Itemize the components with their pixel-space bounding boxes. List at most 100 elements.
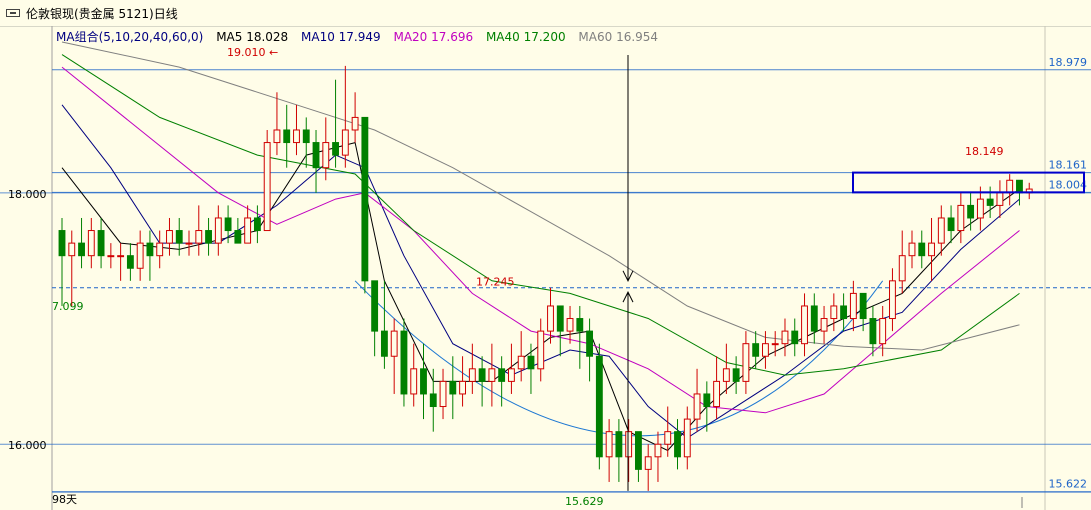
candle-body[interactable] (439, 380, 447, 408)
candle-body[interactable] (742, 343, 750, 382)
candle-body[interactable] (68, 242, 76, 257)
candle-body[interactable] (752, 343, 760, 357)
candle-body[interactable] (820, 318, 828, 332)
candle-body[interactable] (595, 355, 603, 458)
candle-body[interactable] (97, 230, 105, 257)
candle-body[interactable] (957, 204, 965, 232)
candle-body[interactable] (918, 242, 926, 257)
candle-body[interactable] (644, 456, 652, 470)
candle-body[interactable] (566, 318, 574, 332)
candle-body[interactable] (537, 330, 545, 370)
candle-body[interactable] (380, 330, 388, 357)
candle-body[interactable] (898, 255, 906, 282)
candle-body[interactable] (185, 242, 193, 245)
candle-body[interactable] (146, 242, 154, 257)
candle-body[interactable] (244, 217, 252, 244)
candle-body[interactable] (341, 129, 349, 156)
candle-body[interactable] (283, 129, 291, 144)
candle-body[interactable] (967, 204, 975, 219)
candlestick-chart[interactable]: 18.979 18.161 18.004 15.622 18.000 16.000 7.09… (0, 0, 1091, 510)
candle-body[interactable] (420, 368, 427, 395)
candle-body[interactable] (488, 368, 496, 382)
candle-body[interactable] (1016, 179, 1023, 194)
candle-body[interactable] (762, 343, 769, 357)
candle-body[interactable] (459, 380, 467, 395)
candle-body[interactable] (791, 330, 799, 345)
candle-body[interactable] (429, 393, 437, 408)
candle-body[interactable] (58, 230, 66, 257)
candle-body[interactable] (547, 305, 554, 332)
candle-body[interactable] (351, 116, 359, 131)
candle-body[interactable] (693, 393, 701, 420)
candle-body[interactable] (879, 318, 887, 345)
candle-body[interactable] (674, 431, 681, 458)
candle-body[interactable] (293, 129, 300, 144)
candle-body[interactable] (781, 330, 789, 345)
candle-body[interactable] (126, 255, 134, 269)
candle-body[interactable] (195, 230, 203, 244)
candle-body[interactable] (478, 368, 486, 382)
candle-body[interactable] (312, 142, 320, 169)
candle-body[interactable] (371, 280, 379, 332)
candle-body[interactable] (986, 198, 994, 206)
candle-body[interactable] (976, 198, 984, 219)
candle-body[interactable] (205, 230, 212, 244)
candle-body[interactable] (400, 330, 408, 395)
candle-body[interactable] (322, 142, 330, 169)
candle-body[interactable] (136, 242, 144, 269)
candle-body[interactable] (869, 318, 877, 345)
candle-body[interactable] (175, 230, 183, 244)
candle-body[interactable] (634, 431, 642, 470)
candle-body[interactable] (908, 242, 916, 257)
candle-body[interactable] (664, 431, 672, 445)
candle-body[interactable] (332, 142, 339, 156)
candle-body[interactable] (801, 305, 808, 345)
candle-body[interactable] (947, 217, 955, 232)
candle-body[interactable] (117, 255, 125, 258)
candle-body[interactable] (87, 230, 95, 257)
candle-body[interactable] (498, 368, 506, 382)
candle-body[interactable] (810, 305, 818, 332)
candle-body[interactable] (732, 368, 740, 382)
candle-body[interactable] (928, 242, 935, 257)
candle-body[interactable] (713, 380, 721, 408)
candle-body[interactable] (576, 318, 584, 332)
candle-body[interactable] (840, 305, 848, 320)
candle-body[interactable] (1006, 179, 1014, 194)
candle-body[interactable] (556, 305, 564, 332)
candle-body[interactable] (859, 292, 867, 320)
candle-body[interactable] (586, 330, 594, 357)
candle-body[interactable] (107, 255, 115, 258)
candle-body[interactable] (722, 368, 730, 382)
candle-body[interactable] (166, 230, 173, 244)
candle-body[interactable] (527, 355, 535, 370)
candle-body[interactable] (703, 393, 711, 408)
candle-body[interactable] (654, 443, 662, 458)
candle-body[interactable] (849, 292, 857, 320)
candle-body[interactable] (390, 330, 398, 357)
candle-body[interactable] (156, 242, 164, 257)
candle-body[interactable] (889, 280, 896, 320)
candle-body[interactable] (273, 129, 281, 144)
candle-body[interactable] (214, 217, 222, 244)
candle-body[interactable] (683, 418, 691, 458)
candle-body[interactable] (410, 368, 418, 395)
candle-body[interactable] (830, 305, 838, 320)
candle-body[interactable] (449, 380, 457, 395)
candle-body[interactable] (771, 343, 779, 346)
candle-body[interactable] (937, 217, 945, 244)
candle-body[interactable] (468, 368, 476, 382)
candle-body[interactable] (507, 368, 515, 382)
candle-body[interactable] (361, 116, 369, 282)
candle-body[interactable] (625, 431, 633, 458)
candle-body[interactable] (224, 217, 232, 232)
candle-body[interactable] (253, 217, 261, 232)
candle-body[interactable] (615, 431, 623, 458)
candle-body[interactable] (605, 431, 613, 458)
candle-body[interactable] (78, 242, 85, 257)
candle-body[interactable] (996, 192, 1004, 206)
candle-body[interactable] (234, 230, 242, 244)
candle-body[interactable] (302, 129, 310, 144)
candle-body[interactable] (263, 142, 271, 232)
candle-body[interactable] (517, 355, 525, 370)
